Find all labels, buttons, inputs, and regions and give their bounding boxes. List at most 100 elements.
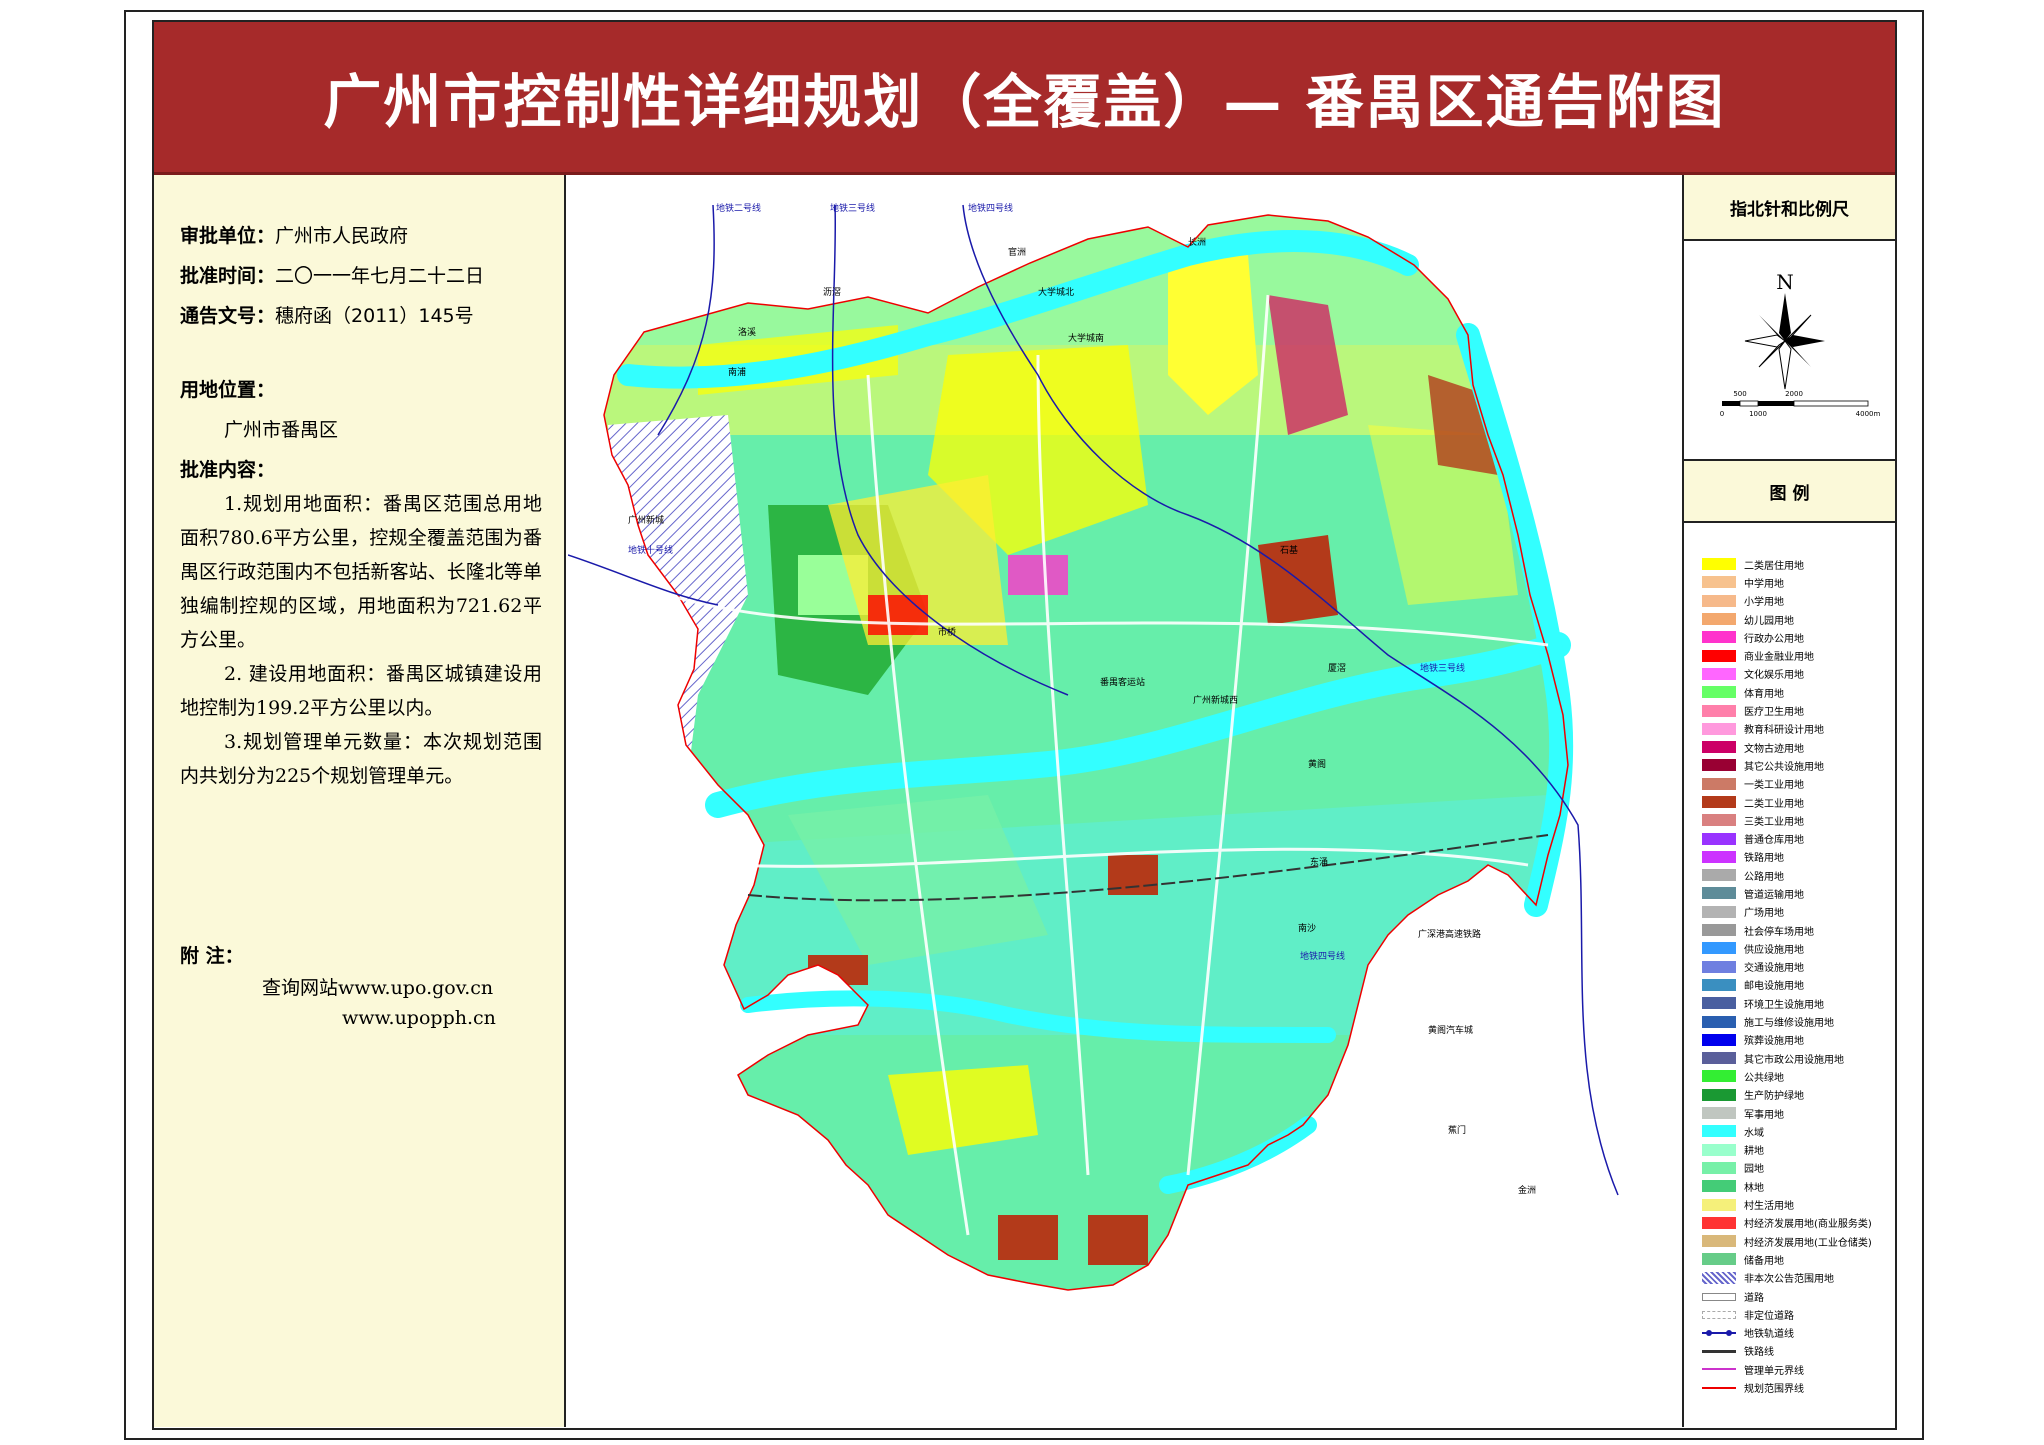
place-label: 大学城北 [1038, 286, 1074, 298]
legend-item: 邮电设施用地 [1702, 976, 1895, 994]
legend-label: 管理单元界线 [1744, 1365, 1804, 1377]
legend-label: 非本次公告范围用地 [1744, 1274, 1834, 1286]
place-label: 黄阁 [1308, 758, 1326, 770]
legend-swatch [1702, 1290, 1736, 1302]
note-site-2[interactable]: www.upopph.cn [180, 1003, 542, 1033]
land-use-map: 地铁二号线 地铁三号线 地铁四号线地铁三号线地铁四号线地铁十号线长洲官洲大学城北大学… [567, 202, 1619, 1291]
metro-line-label: 地铁十号线 [628, 544, 673, 556]
legend-swatch [1702, 1161, 1736, 1174]
legend-label: 公共绿地 [1744, 1072, 1784, 1084]
date-label: 批准时间： [180, 265, 276, 287]
metro-line-label: 地铁三号线 [830, 202, 875, 214]
legend-item: 村经济发展用地(商业服务类) [1702, 1214, 1895, 1232]
legend-list: 二类居住用地 中学用地 小学用地 幼儿园用地 行政办公用地 商业金融业用地 文化娱乐用地 体育… [1684, 523, 1895, 1397]
legend-label: 小学用地 [1744, 597, 1784, 609]
legend-label: 文化娱乐用地 [1744, 670, 1804, 682]
place-label: 厦滘 [1328, 663, 1346, 674]
legend-item: 水域 [1702, 1122, 1895, 1140]
legend-swatch [1702, 1052, 1736, 1065]
place-label: 广深港高速铁路 [1418, 928, 1481, 940]
legend-label: 施工与维修设施用地 [1744, 1018, 1834, 1030]
legend-label: 村经济发展用地(工业仓储类) [1744, 1237, 1872, 1249]
legend-item: 规划范围界线 [1702, 1378, 1895, 1396]
legend-item: 林地 [1702, 1177, 1895, 1195]
legend-label: 商业金融业用地 [1744, 652, 1814, 664]
scale-label: 1000 [1749, 410, 1767, 418]
legend-swatch [1702, 741, 1736, 754]
legend-label: 邮电设施用地 [1744, 981, 1804, 993]
legend-label: 生产防护绿地 [1744, 1091, 1804, 1103]
legend-swatch [1702, 722, 1736, 735]
legend-label: 环境卫生设施用地 [1744, 999, 1824, 1011]
legend-swatch [1702, 649, 1736, 662]
legend-item: 三类工业用地 [1702, 811, 1895, 829]
legend-swatch [1702, 1070, 1736, 1083]
place-label: 南浦 [728, 366, 746, 378]
place-label: 沥滘 [823, 287, 841, 298]
content-item-1: 1.规划用地面积：番禺区范围总用地面积780.6平方公里，控规全覆盖范围为番禺区… [180, 493, 542, 651]
legend-item: 施工与维修设施用地 [1702, 1012, 1895, 1030]
legend-swatch [1702, 1107, 1736, 1120]
legend-label: 铁路用地 [1744, 853, 1784, 865]
place-label: 洛溪 [738, 326, 756, 338]
legend-swatch [1702, 1015, 1736, 1028]
legend-swatch [1702, 704, 1736, 717]
legend-label: 二类工业用地 [1744, 798, 1804, 810]
legend-label: 交通设施用地 [1744, 963, 1804, 975]
metro-line-label: 地铁三号线 [1420, 662, 1465, 674]
legend-panel: 指北针和比例尺 N 500 2000 0 1000 4000m 图 例 二类居住… [1682, 175, 1895, 1427]
legend-swatch [1702, 1033, 1736, 1046]
place-label: 市桥 [938, 626, 956, 638]
legend-item: 非本次公告范围用地 [1702, 1269, 1895, 1287]
legend-label: 广场用地 [1744, 908, 1784, 920]
legend-swatch [1702, 1271, 1736, 1284]
legend-item: 铁路用地 [1702, 848, 1895, 866]
legend-label: 管道运输用地 [1744, 889, 1804, 901]
place-label: 蕉门 [1448, 1124, 1466, 1136]
legend-swatch [1702, 1253, 1736, 1266]
legend-label: 公路用地 [1744, 871, 1784, 883]
note-site-1[interactable]: 查询网站www.upo.gov.cn [180, 973, 542, 1003]
legend-item: 一类工业用地 [1702, 775, 1895, 793]
legend-swatch [1702, 1180, 1736, 1193]
legend-item: 小学用地 [1702, 592, 1895, 610]
legend-label: 殡葬设施用地 [1744, 1036, 1804, 1048]
legend-swatch [1702, 594, 1736, 607]
info-panel: 审批单位：广州市人民政府 批准时间：二〇一一年七月二十二日 通告文号：穗府函（2… [154, 175, 566, 1427]
place-label: 金洲 [1518, 1184, 1536, 1196]
legend-swatch [1702, 869, 1736, 882]
north-arrow-icon: N 500 2000 0 1000 4000m [1720, 270, 1881, 418]
legend-item: 殡葬设施用地 [1702, 1031, 1895, 1049]
legend-item: 供应设施用地 [1702, 939, 1895, 957]
legend-label: 社会停车场用地 [1744, 926, 1814, 938]
legend-swatch [1702, 631, 1736, 644]
legend-label: 文物古迹用地 [1744, 743, 1804, 755]
legend-item: 医疗卫生用地 [1702, 701, 1895, 719]
approver-value: 广州市人民政府 [275, 225, 409, 247]
place-label: 南沙 [1298, 922, 1316, 934]
legend-swatch [1702, 1088, 1736, 1101]
legend-header: 图 例 [1684, 461, 1895, 523]
legend-swatch [1702, 814, 1736, 827]
place-label: 番禺客运站 [1100, 676, 1145, 688]
map-area: 地铁二号线 地铁三号线 地铁四号线 地铁三号线 地铁四号线 地铁十号线 长洲 官洲 大学城北 大学… [567, 175, 1680, 1427]
legend-label: 军事用地 [1744, 1109, 1784, 1121]
compass-box: N 500 2000 0 1000 4000m [1684, 241, 1895, 461]
legend-item: 村经济发展用地(工业仓储类) [1702, 1232, 1895, 1250]
legend-swatch [1702, 960, 1736, 973]
legend-swatch [1702, 997, 1736, 1010]
legend-label: 道路 [1744, 1292, 1764, 1304]
legend-swatch [1702, 613, 1736, 626]
legend-item: 普通仓库用地 [1702, 829, 1895, 847]
legend-swatch [1702, 576, 1736, 589]
metro-line-label: 地铁二号线 [716, 202, 761, 214]
legend-item: 行政办公用地 [1702, 628, 1895, 646]
legend-item: 公路用地 [1702, 866, 1895, 884]
doc-value: 穗府函（2011）145号 [275, 305, 474, 327]
scale-bar: 500 2000 0 1000 4000m [1720, 390, 1881, 418]
content-item-2: 2. 建设用地面积：番禺区城镇建设用地控制为199.2平方公里以内。 [180, 663, 542, 719]
legend-item: 广场用地 [1702, 903, 1895, 921]
title-bar: 广州市控制性详细规划（全覆盖）— 番禺区通告附图 [154, 22, 1895, 175]
legend-swatch [1702, 1143, 1736, 1156]
legend-item: 交通设施用地 [1702, 958, 1895, 976]
